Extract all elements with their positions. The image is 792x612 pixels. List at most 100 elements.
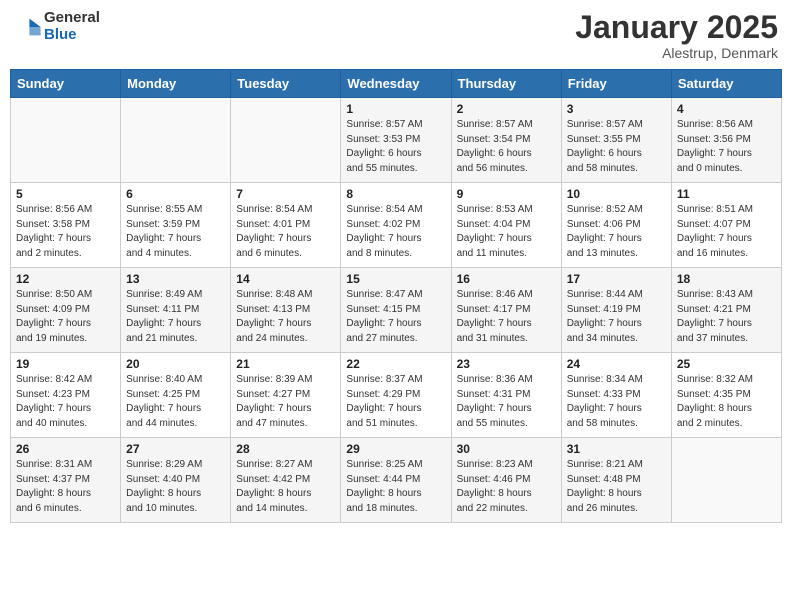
day-number: 22 (346, 357, 445, 371)
day-info: Sunrise: 8:21 AM Sunset: 4:48 PM Dayligh… (567, 458, 666, 516)
day-info: Sunrise: 8:42 AM Sunset: 4:23 PM Dayligh… (16, 373, 115, 431)
day-number: 13 (126, 272, 225, 286)
day-info: Sunrise: 8:39 AM Sunset: 4:27 PM Dayligh… (236, 373, 335, 431)
calendar-body: 1 Sunrise: 8:57 AM Sunset: 3:53 PM Daylig… (11, 98, 782, 523)
day-info: Sunrise: 8:23 AM Sunset: 4:46 PM Dayligh… (457, 458, 556, 516)
calendar-cell: 20 Sunrise: 8:40 AM Sunset: 4:25 PM Dayli… (121, 353, 231, 438)
calendar-cell: 8 Sunrise: 8:54 AM Sunset: 4:02 PM Daylig… (341, 183, 451, 268)
day-number: 23 (457, 357, 556, 371)
day-info: Sunrise: 8:57 AM Sunset: 3:55 PM Dayligh… (567, 118, 666, 176)
day-number: 16 (457, 272, 556, 286)
calendar-cell: 21 Sunrise: 8:39 AM Sunset: 4:27 PM Dayli… (231, 353, 341, 438)
calendar-cell (11, 98, 121, 183)
week-row-5: 26Sunrise: 8:31 AM Sunset: 4:37 PM Dayli… (11, 438, 782, 523)
day-number: 28 (236, 442, 335, 456)
day-info: Sunrise: 8:56 AM Sunset: 3:58 PM Dayligh… (16, 203, 115, 261)
calendar-table: SundayMondayTuesdayWednesdayThursdayFrid… (10, 69, 782, 523)
calendar-cell: 26Sunrise: 8:31 AM Sunset: 4:37 PM Dayli… (11, 438, 121, 523)
calendar-cell: 11Sunrise: 8:51 AM Sunset: 4:07 PM Dayli… (671, 183, 781, 268)
calendar-cell: 12Sunrise: 8:50 AM Sunset: 4:09 PM Dayli… (11, 268, 121, 353)
day-number: 27 (126, 442, 225, 456)
header-day-friday: Friday (561, 70, 671, 98)
calendar-cell: 27 Sunrise: 8:29 AM Sunset: 4:40 PM Dayli… (121, 438, 231, 523)
calendar-cell: 7Sunrise: 8:54 AM Sunset: 4:01 PM Daylig… (231, 183, 341, 268)
header-day-saturday: Saturday (671, 70, 781, 98)
header-row: SundayMondayTuesdayWednesdayThursdayFrid… (11, 70, 782, 98)
day-info: Sunrise: 8:46 AM Sunset: 4:17 PM Dayligh… (457, 288, 556, 346)
day-number: 18 (677, 272, 776, 286)
day-info: Sunrise: 8:36 AM Sunset: 4:31 PM Dayligh… (457, 373, 556, 431)
week-row-3: 12Sunrise: 8:50 AM Sunset: 4:09 PM Dayli… (11, 268, 782, 353)
week-row-4: 19 Sunrise: 8:42 AM Sunset: 4:23 PM Dayli… (11, 353, 782, 438)
day-info: Sunrise: 8:50 AM Sunset: 4:09 PM Dayligh… (16, 288, 115, 346)
header-day-monday: Monday (121, 70, 231, 98)
logo: General Blue (14, 10, 100, 43)
day-info: Sunrise: 8:32 AM Sunset: 4:35 PM Dayligh… (677, 373, 776, 431)
day-number: 20 (126, 357, 225, 371)
day-info: Sunrise: 8:53 AM Sunset: 4:04 PM Dayligh… (457, 203, 556, 261)
day-info: Sunrise: 8:34 AM Sunset: 4:33 PM Dayligh… (567, 373, 666, 431)
day-info: Sunrise: 8:47 AM Sunset: 4:15 PM Dayligh… (346, 288, 445, 346)
calendar-cell (121, 98, 231, 183)
day-info: Sunrise: 8:48 AM Sunset: 4:13 PM Dayligh… (236, 288, 335, 346)
day-info: Sunrise: 8:54 AM Sunset: 4:02 PM Dayligh… (346, 203, 445, 261)
day-info: Sunrise: 8:40 AM Sunset: 4:25 PM Dayligh… (126, 373, 225, 431)
day-number: 30 (457, 442, 556, 456)
day-info: Sunrise: 8:54 AM Sunset: 4:01 PM Dayligh… (236, 203, 335, 261)
day-info: Sunrise: 8:37 AM Sunset: 4:29 PM Dayligh… (346, 373, 445, 431)
day-info: Sunrise: 8:29 AM Sunset: 4:40 PM Dayligh… (126, 458, 225, 516)
day-info: Sunrise: 8:57 AM Sunset: 3:54 PM Dayligh… (457, 118, 556, 176)
month-title: January 2025 (575, 10, 778, 45)
day-number: 21 (236, 357, 335, 371)
logo-general-text: General (44, 10, 100, 27)
day-number: 31 (567, 442, 666, 456)
day-number: 5 (16, 187, 115, 201)
day-info: Sunrise: 8:25 AM Sunset: 4:44 PM Dayligh… (346, 458, 445, 516)
calendar-cell: 2 Sunrise: 8:57 AM Sunset: 3:54 PM Daylig… (451, 98, 561, 183)
calendar-cell: 14Sunrise: 8:48 AM Sunset: 4:13 PM Dayli… (231, 268, 341, 353)
day-number: 4 (677, 102, 776, 116)
calendar-cell: 16 Sunrise: 8:46 AM Sunset: 4:17 PM Dayli… (451, 268, 561, 353)
header-day-tuesday: Tuesday (231, 70, 341, 98)
calendar-cell: 31 Sunrise: 8:21 AM Sunset: 4:48 PM Dayli… (561, 438, 671, 523)
day-info: Sunrise: 8:43 AM Sunset: 4:21 PM Dayligh… (677, 288, 776, 346)
day-number: 3 (567, 102, 666, 116)
calendar-cell: 22 Sunrise: 8:37 AM Sunset: 4:29 PM Dayli… (341, 353, 451, 438)
calendar-header: SundayMondayTuesdayWednesdayThursdayFrid… (11, 70, 782, 98)
calendar-cell: 4 Sunrise: 8:56 AM Sunset: 3:56 PM Daylig… (671, 98, 781, 183)
day-info: Sunrise: 8:49 AM Sunset: 4:11 PM Dayligh… (126, 288, 225, 346)
day-number: 26 (16, 442, 115, 456)
day-number: 1 (346, 102, 445, 116)
day-number: 15 (346, 272, 445, 286)
calendar-cell: 24 Sunrise: 8:34 AM Sunset: 4:33 PM Dayli… (561, 353, 671, 438)
day-number: 24 (567, 357, 666, 371)
header-day-sunday: Sunday (11, 70, 121, 98)
day-info: Sunrise: 8:44 AM Sunset: 4:19 PM Dayligh… (567, 288, 666, 346)
location-text: Alestrup, Denmark (575, 45, 778, 61)
day-number: 19 (16, 357, 115, 371)
week-row-1: 1 Sunrise: 8:57 AM Sunset: 3:53 PM Daylig… (11, 98, 782, 183)
calendar-cell: 29 Sunrise: 8:25 AM Sunset: 4:44 PM Dayli… (341, 438, 451, 523)
calendar-cell: 30 Sunrise: 8:23 AM Sunset: 4:46 PM Dayli… (451, 438, 561, 523)
calendar-cell: 3 Sunrise: 8:57 AM Sunset: 3:55 PM Daylig… (561, 98, 671, 183)
calendar-cell: 10Sunrise: 8:52 AM Sunset: 4:06 PM Dayli… (561, 183, 671, 268)
day-info: Sunrise: 8:57 AM Sunset: 3:53 PM Dayligh… (346, 118, 445, 176)
week-row-2: 5 Sunrise: 8:56 AM Sunset: 3:58 PM Daylig… (11, 183, 782, 268)
header-day-wednesday: Wednesday (341, 70, 451, 98)
day-number: 29 (346, 442, 445, 456)
day-number: 17 (567, 272, 666, 286)
day-number: 10 (567, 187, 666, 201)
day-number: 9 (457, 187, 556, 201)
day-number: 8 (346, 187, 445, 201)
calendar-cell: 6Sunrise: 8:55 AM Sunset: 3:59 PM Daylig… (121, 183, 231, 268)
logo-icon (14, 13, 42, 41)
day-info: Sunrise: 8:51 AM Sunset: 4:07 PM Dayligh… (677, 203, 776, 261)
day-number: 6 (126, 187, 225, 201)
calendar-cell: 9 Sunrise: 8:53 AM Sunset: 4:04 PM Daylig… (451, 183, 561, 268)
calendar-cell: 13 Sunrise: 8:49 AM Sunset: 4:11 PM Dayli… (121, 268, 231, 353)
calendar-cell: 25Sunrise: 8:32 AM Sunset: 4:35 PM Dayli… (671, 353, 781, 438)
day-number: 2 (457, 102, 556, 116)
day-info: Sunrise: 8:56 AM Sunset: 3:56 PM Dayligh… (677, 118, 776, 176)
calendar-cell: 15 Sunrise: 8:47 AM Sunset: 4:15 PM Dayli… (341, 268, 451, 353)
calendar-cell (231, 98, 341, 183)
